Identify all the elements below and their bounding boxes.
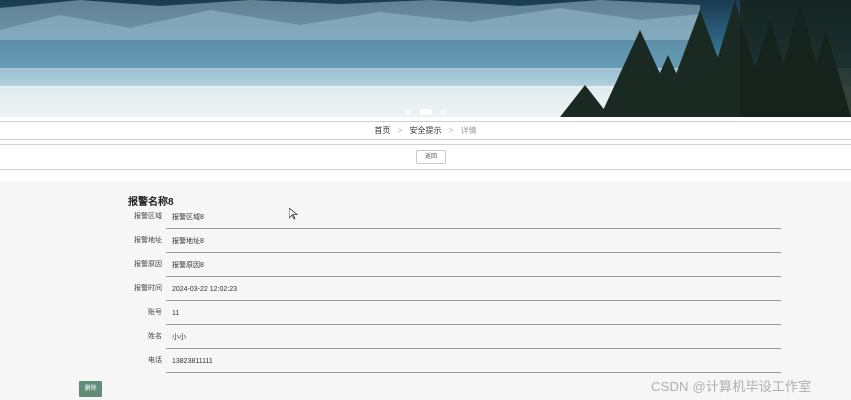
mouse-cursor-icon bbox=[288, 207, 299, 225]
field-row: 报警原因 报警原因8 bbox=[100, 253, 781, 277]
mountain-landscape-image bbox=[0, 0, 851, 117]
field-value: 小小 bbox=[166, 325, 781, 349]
delete-button[interactable]: 删除 bbox=[79, 381, 102, 397]
field-row: 报警时间 2024-03-22 12:02:23 bbox=[100, 277, 781, 301]
field-value: 11 bbox=[166, 301, 781, 325]
field-label: 姓名 bbox=[148, 333, 162, 340]
breadcrumb-section[interactable]: 安全提示 bbox=[410, 126, 442, 135]
field-value: 13823811111 bbox=[166, 349, 781, 373]
field-label: 电话 bbox=[148, 357, 162, 364]
field-row: 电话 13823811111 bbox=[100, 349, 781, 373]
field-row: 报警地址 报警地址8 bbox=[100, 229, 781, 253]
field-value: 报警原因8 bbox=[166, 253, 781, 277]
field-value: 报警区域8 bbox=[166, 205, 781, 229]
breadcrumb-separator: > bbox=[448, 126, 454, 135]
field-label: 报警原因 bbox=[134, 261, 162, 268]
action-bar: 返回 bbox=[0, 144, 851, 170]
back-button[interactable]: 返回 bbox=[416, 150, 446, 164]
carousel-indicators bbox=[0, 103, 851, 117]
field-label: 报警地址 bbox=[134, 237, 162, 244]
field-row: 账号 11 bbox=[100, 301, 781, 325]
detail-panel: 报警名称8 报警区域 报警区域8 报警地址 报警地址8 报警原因 报警原因8 报… bbox=[0, 181, 851, 400]
field-label: 报警区域 bbox=[134, 213, 162, 220]
breadcrumb-separator: > bbox=[397, 126, 403, 135]
watermark: CSDN @计算机毕设工作室 bbox=[651, 379, 812, 394]
field-row: 姓名 小小 bbox=[100, 325, 781, 349]
field-row: 报警区域 报警区域8 bbox=[100, 205, 781, 229]
carousel-dot-active[interactable] bbox=[419, 108, 432, 115]
breadcrumb: 首页 > 安全提示 > 详情 bbox=[0, 121, 851, 140]
carousel-dot[interactable] bbox=[405, 108, 412, 115]
banner-carousel bbox=[0, 0, 851, 117]
field-label: 报警时间 bbox=[134, 285, 162, 292]
breadcrumb-home[interactable]: 首页 bbox=[374, 126, 390, 135]
field-value: 2024-03-22 12:02:23 bbox=[166, 277, 781, 301]
breadcrumb-current: 详情 bbox=[460, 126, 477, 135]
field-label: 账号 bbox=[148, 309, 162, 316]
field-value: 报警地址8 bbox=[166, 229, 781, 253]
carousel-dot[interactable] bbox=[439, 108, 446, 115]
